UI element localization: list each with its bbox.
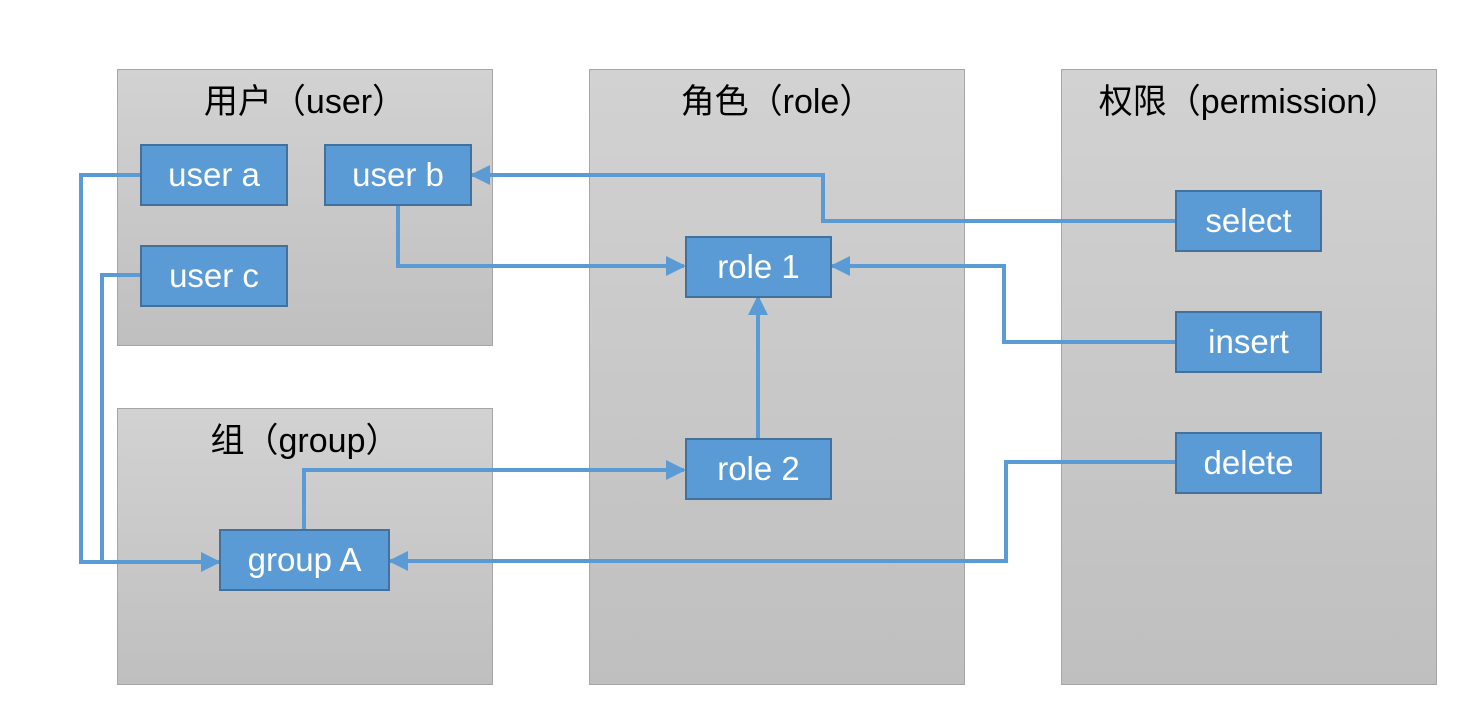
node-insert[interactable]: insert: [1175, 311, 1322, 373]
node-user-c[interactable]: user c: [140, 245, 288, 307]
node-user-b[interactable]: user b: [324, 144, 472, 206]
panel-role: 角色（role）: [589, 69, 965, 685]
panel-title-role: 角色（role）: [680, 83, 874, 121]
node-role-2[interactable]: role 2: [685, 438, 832, 500]
panel-title-permission: 权限（permission）: [1098, 83, 1400, 121]
panel-title-group: 组（group）: [210, 422, 400, 460]
node-user-a[interactable]: user a: [140, 144, 288, 206]
node-select[interactable]: select: [1175, 190, 1322, 252]
panel-permission: 权限（permission）: [1061, 69, 1437, 685]
node-delete[interactable]: delete: [1175, 432, 1322, 494]
node-role-1[interactable]: role 1: [685, 236, 832, 298]
panel-title-user: 用户（user）: [203, 83, 407, 121]
node-group-a[interactable]: group A: [219, 529, 390, 591]
